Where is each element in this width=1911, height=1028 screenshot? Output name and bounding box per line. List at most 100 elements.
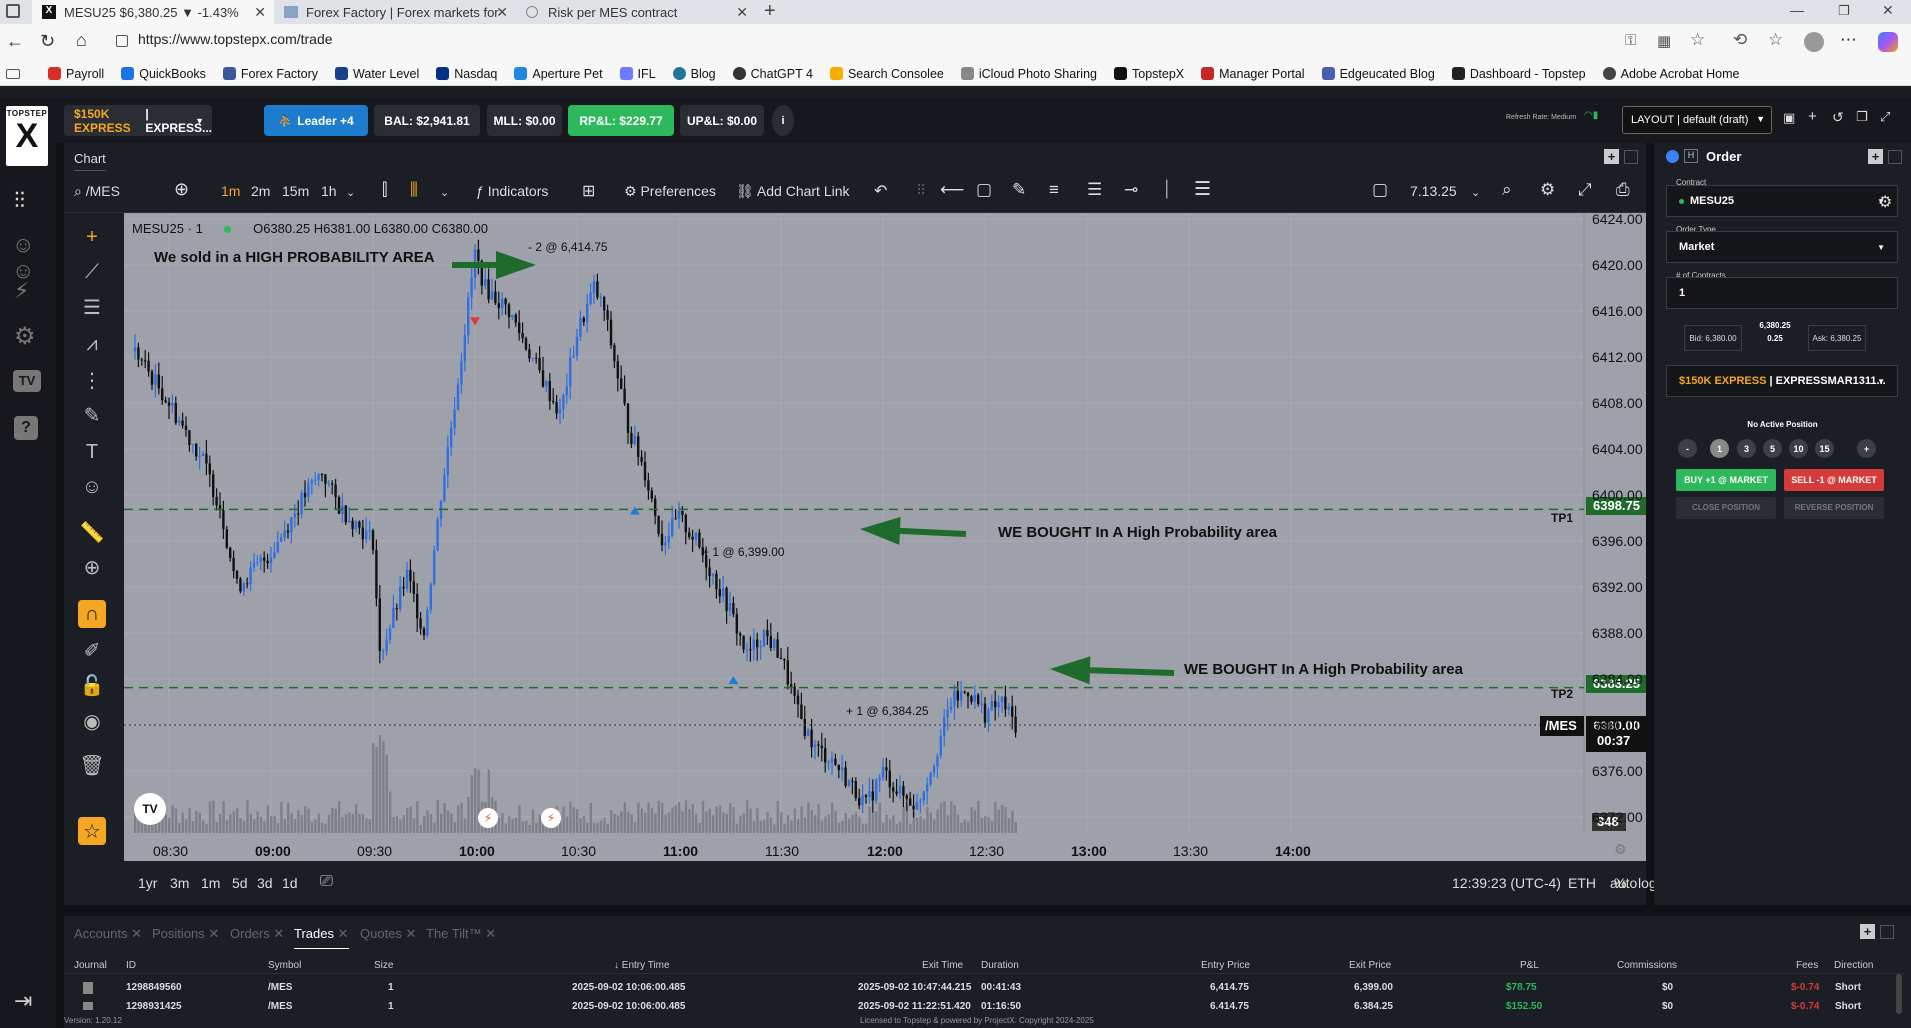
tab-the-tilt[interactable]: The Tilt™ ✕: [426, 926, 496, 942]
bookmark-item[interactable]: Edgeucated Blog: [1321, 67, 1435, 81]
maximize-panel-icon[interactable]: [1880, 925, 1894, 939]
back-icon[interactable]: ←: [6, 31, 24, 52]
copilot-icon[interactable]: [1878, 32, 1898, 52]
col-pnl[interactable]: P&L: [1520, 960, 1539, 971]
tab-quotes[interactable]: Quotes ✕: [360, 926, 416, 942]
chart-tab[interactable]: Chart: [74, 151, 106, 171]
reading-list-icon[interactable]: [6, 68, 20, 79]
info-icon[interactable]: i: [772, 105, 794, 136]
event-marker-icon[interactable]: ⚡: [478, 808, 498, 828]
bookmark-item[interactable]: Nasdaq: [436, 67, 497, 81]
favorites-icon[interactable]: ☆: [1768, 30, 1783, 50]
col-id[interactable]: ID: [126, 960, 136, 971]
more-drawings-icon[interactable]: ☰: [1194, 178, 1211, 201]
horizontal-line-icon[interactable]: ⊸: [1124, 180, 1138, 200]
save-icon[interactable]: ▣: [1783, 110, 1795, 126]
bookmark-item[interactable]: Water Level: [335, 67, 419, 81]
journal-icon[interactable]: [83, 1002, 93, 1010]
fib-retracement-icon[interactable]: ☰: [78, 293, 106, 321]
sell-market-button[interactable]: SELL -1 @ MARKET: [1784, 469, 1884, 491]
col-size[interactable]: Size: [374, 960, 393, 971]
contracts-input[interactable]: 1: [1666, 277, 1898, 309]
bar-type-icon[interactable]: ⫿: [382, 180, 387, 200]
close-window-icon[interactable]: ✕: [1882, 2, 1894, 19]
help-icon[interactable]: ?: [14, 416, 38, 440]
order-type-select[interactable]: Market ▼: [1666, 231, 1898, 263]
parallel-channel-icon[interactable]: ≡: [1049, 180, 1059, 200]
bookmark-item[interactable]: TopstepX: [1114, 67, 1184, 81]
range-1d[interactable]: 1d: [282, 875, 298, 891]
magnet-icon[interactable]: ∩: [78, 600, 106, 628]
trendline-icon[interactable]: ⟋: [78, 258, 106, 286]
bookmark-item[interactable]: iCloud Photo Sharing: [960, 67, 1097, 81]
new-tab-icon[interactable]: +: [764, 0, 776, 23]
journal-icon[interactable]: [83, 982, 93, 994]
eye-icon[interactable]: ◉: [78, 707, 106, 735]
chevron-down-icon[interactable]: ⌄: [346, 186, 355, 199]
ruler-icon[interactable]: 📏: [78, 518, 106, 546]
lock-icon[interactable]: 🔓: [78, 671, 106, 699]
price-chart[interactable]: MESU25 · 1 O6380.25 H6381.00 L6380.00 C6…: [124, 213, 1646, 861]
screen-mode-icon[interactable]: ▢: [1372, 180, 1388, 200]
minimize-icon[interactable]: —: [1790, 2, 1804, 18]
horizontal-ray-icon[interactable]: ⟵: [940, 180, 964, 200]
range-5d[interactable]: 5d: [232, 875, 248, 891]
bookmark-item[interactable]: ChatGPT 4: [732, 67, 813, 81]
brand-logo[interactable]: TOPSTEP X: [6, 106, 48, 166]
tab-orders[interactable]: Orders ✕: [230, 926, 284, 942]
close-position-button[interactable]: CLOSE POSITION: [1676, 497, 1776, 519]
qty-increment[interactable]: +: [1857, 439, 1876, 458]
restore-icon[interactable]: ❐: [1838, 3, 1850, 19]
auto-scale[interactable]: auto: [1610, 875, 1637, 891]
tab-actions-icon[interactable]: [6, 4, 20, 18]
crosshair-icon[interactable]: +: [78, 223, 106, 251]
bookmark-item[interactable]: Dashboard - Topstep: [1451, 67, 1586, 81]
preferences-button[interactable]: ⚙ Preferences: [624, 183, 716, 200]
zoom-in-icon[interactable]: ⊕: [78, 553, 106, 581]
pen-icon[interactable]: ✎: [1012, 180, 1026, 200]
settings-gear-icon[interactable]: ⚙: [14, 322, 36, 351]
leader-button[interactable]: ⛹ Leader +4: [264, 105, 368, 136]
order-account-select[interactable]: $150K EXPRESS | EXPRESSMAR1311... ▼: [1666, 365, 1898, 397]
layout-selector[interactable]: LAYOUT | default (draft) ▼: [1622, 106, 1772, 134]
text-tool-icon[interactable]: T: [78, 438, 106, 466]
bookmark-item[interactable]: Adobe Acrobat Home: [1602, 67, 1739, 81]
chevron-down-icon[interactable]: ⌄: [1471, 186, 1480, 199]
qty-chip[interactable]: 3: [1737, 439, 1756, 458]
brush-icon[interactable]: ✎: [78, 401, 106, 429]
bookmark-item[interactable]: Manager Portal: [1201, 67, 1305, 81]
range-1yr[interactable]: 1yr: [138, 875, 157, 891]
reload-icon[interactable]: ↻: [40, 31, 55, 52]
community-icon[interactable]: ☺☺: [12, 232, 56, 284]
col-entry-price[interactable]: Entry Price: [1201, 960, 1250, 971]
bookmark-item[interactable]: Payroll: [48, 67, 104, 81]
range-1m[interactable]: 1m: [201, 875, 220, 891]
col-entry-time[interactable]: ↓ Entry Time: [614, 960, 670, 971]
order-settings-gear-icon[interactable]: ⚙: [1878, 192, 1892, 212]
trash-icon[interactable]: 🗑: [78, 751, 106, 779]
tradingview-logo[interactable]: TV: [134, 793, 166, 825]
qty-decrement[interactable]: -: [1678, 439, 1697, 458]
add-icon[interactable]: +: [1808, 108, 1817, 125]
add-panel-icon[interactable]: +: [1604, 149, 1619, 164]
site-info-icon[interactable]: [116, 35, 128, 47]
analytics-icon[interactable]: ⚡: [14, 278, 29, 304]
col-symbol[interactable]: Symbol: [268, 960, 301, 971]
buy-market-button[interactable]: BUY +1 @ MARKET: [1676, 469, 1776, 491]
camera-icon[interactable]: ⎙: [1616, 180, 1630, 200]
col-fees[interactable]: Fees: [1796, 960, 1818, 971]
templates-icon[interactable]: ⊞: [582, 181, 595, 201]
range-3m[interactable]: 3m: [170, 875, 189, 891]
bookmark-item[interactable]: QuickBooks: [121, 67, 206, 81]
browser-tab[interactable]: Risk per MES contract ✕: [516, 0, 756, 24]
add-chart-link-button[interactable]: ⛓ Add Chart Link: [736, 183, 850, 200]
avatar[interactable]: [1804, 32, 1824, 52]
compare-symbol-icon[interactable]: ⊕: [174, 179, 189, 200]
rectangle-icon[interactable]: ▢: [976, 180, 992, 200]
axis-settings-icon[interactable]: ⚙: [1614, 841, 1627, 858]
undo-icon[interactable]: ↶: [874, 181, 887, 201]
col-exit-time[interactable]: Exit Time: [922, 960, 963, 971]
timeframe-2m[interactable]: 2m: [251, 183, 270, 199]
pattern-icon[interactable]: ⩘: [78, 330, 106, 358]
logout-icon[interactable]: ⇥: [14, 988, 32, 1014]
